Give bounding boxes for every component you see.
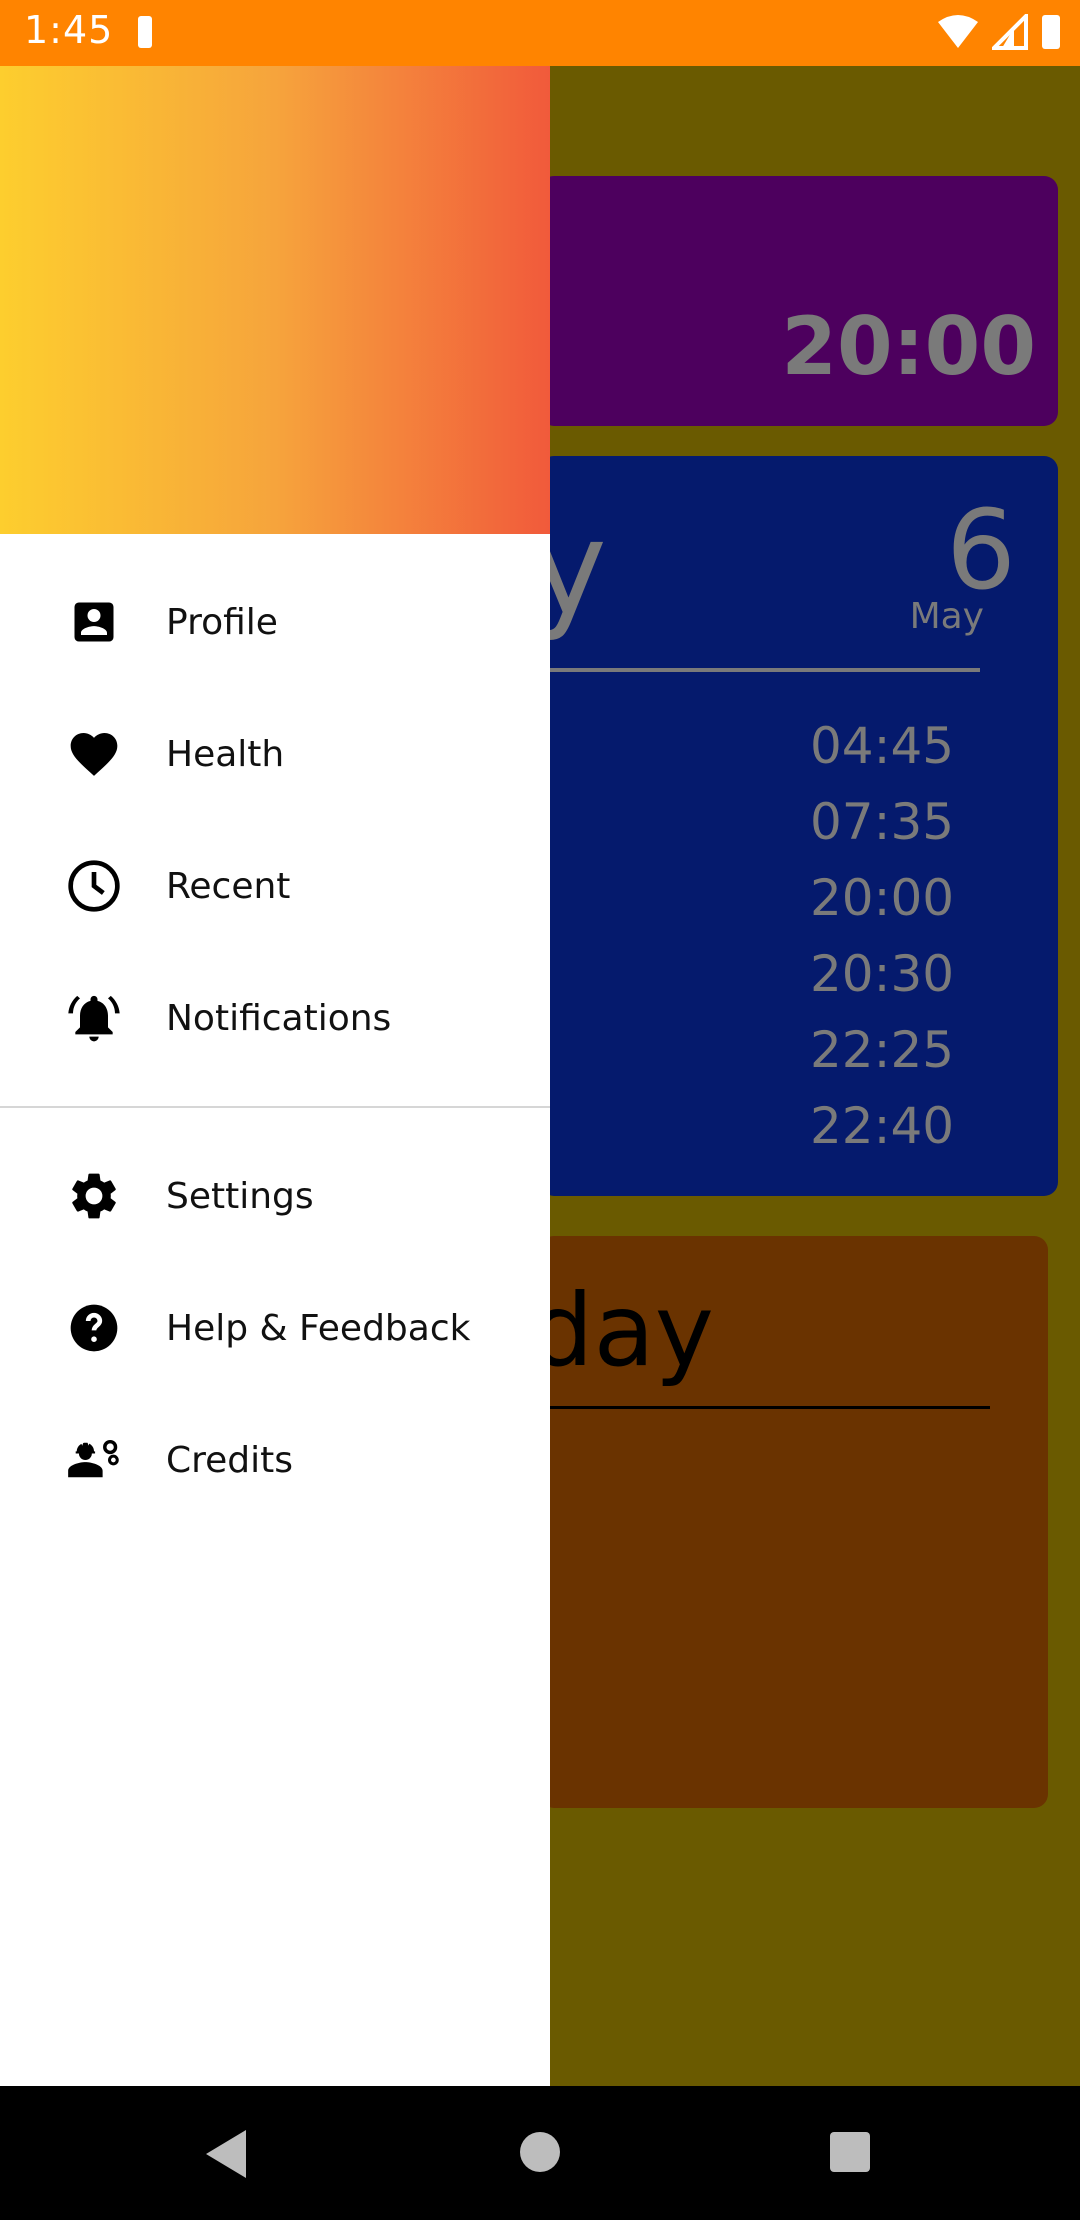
time-item: 22:40 (810, 1097, 955, 1155)
status-bar: 1:45 (0, 0, 1080, 66)
time-item: 20:30 (810, 945, 955, 1003)
menu-label: Profile (166, 601, 278, 643)
drawer-header (0, 66, 550, 534)
menu-label: Recent (166, 865, 291, 907)
back-icon[interactable] (206, 2130, 246, 2178)
date-month: May (909, 596, 984, 637)
schedule-card[interactable]: y 6 May 04:45 07:35 20:00 20:30 22:25 22… (530, 456, 1058, 1196)
help-icon (66, 1300, 122, 1356)
engineer-icon (66, 1432, 122, 1488)
time-item: 07:35 (810, 793, 955, 851)
battery-icon (1042, 15, 1060, 49)
day-card[interactable]: day (530, 1236, 1048, 1808)
card-title-partial: day (530, 1272, 714, 1389)
next-time: 20:00 (781, 300, 1036, 393)
heart-icon (66, 726, 122, 782)
menu-label: Health (166, 733, 285, 775)
card-divider (540, 1406, 990, 1409)
menu-divider (0, 1106, 550, 1108)
wifi-icon (938, 15, 978, 48)
signal-icon (992, 14, 1028, 50)
time-item: 22:25 (810, 1021, 955, 1079)
menu-item-help-feedback[interactable]: Help & Feedback (0, 1262, 550, 1394)
menu-label: Help & Feedback (166, 1307, 471, 1349)
recents-icon[interactable] (830, 2132, 870, 2172)
card-divider (540, 668, 980, 672)
time-item: 04:45 (810, 717, 955, 775)
menu-item-profile[interactable]: Profile (0, 556, 550, 688)
menu-label: Credits (166, 1439, 294, 1481)
bell-icon (66, 990, 122, 1046)
time-item: 20:00 (810, 869, 955, 927)
times-list: 04:45 07:35 20:00 20:30 22:25 22:40 (810, 708, 954, 1164)
home-icon[interactable] (520, 2132, 560, 2172)
menu-item-credits[interactable]: Credits (0, 1394, 550, 1526)
next-prayer-card[interactable]: 20:00 (540, 176, 1058, 426)
gear-icon (66, 1168, 122, 1224)
navigation-drawer: Profile Health Recent Notifications Sett… (0, 66, 550, 2086)
menu-label: Settings (166, 1175, 314, 1217)
status-time: 1:45 (24, 8, 114, 52)
battery-indicator-icon (138, 16, 152, 48)
menu-item-recent[interactable]: Recent (0, 820, 550, 952)
clock-icon (66, 858, 122, 914)
menu-item-settings[interactable]: Settings (0, 1130, 550, 1262)
menu-item-health[interactable]: Health (0, 688, 550, 820)
menu-item-notifications[interactable]: Notifications (0, 952, 550, 1084)
date-day: 6 (946, 486, 1016, 614)
account-box-icon (66, 594, 122, 650)
system-nav-bar (0, 2086, 1080, 2220)
status-icons (938, 14, 1060, 50)
menu-label: Notifications (166, 997, 392, 1039)
